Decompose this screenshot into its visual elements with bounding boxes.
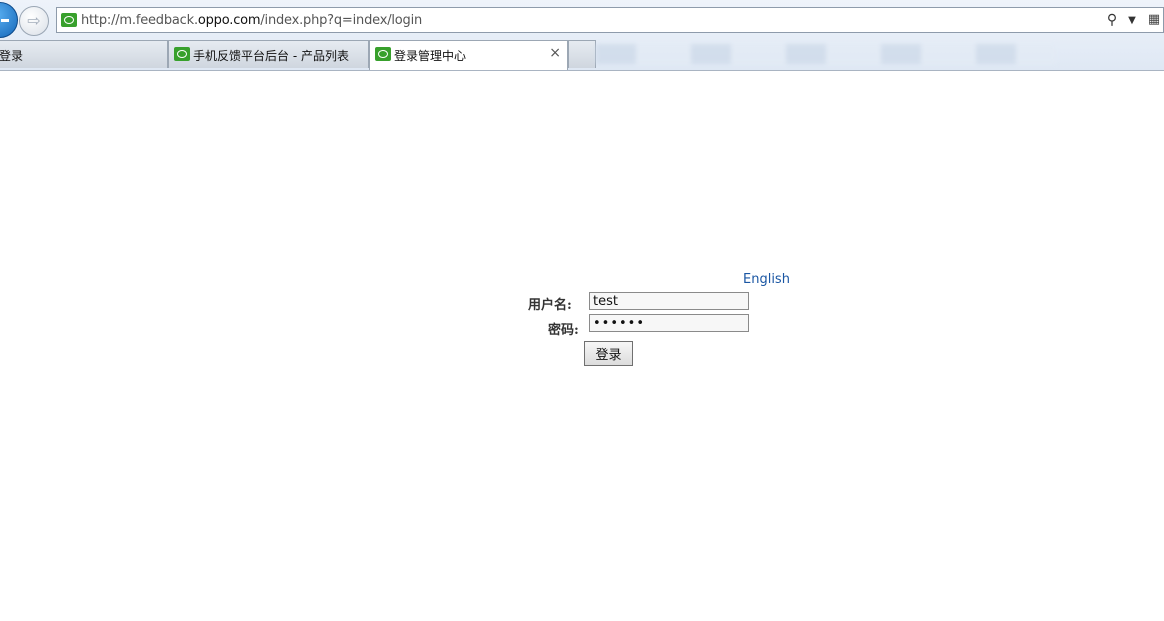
password-input[interactable] xyxy=(589,314,749,332)
login-page: English 用户名: 密码: 登录 xyxy=(0,0,1164,621)
english-language-link[interactable]: English xyxy=(743,272,790,287)
username-input[interactable] xyxy=(589,292,749,310)
username-label: 用户名: xyxy=(528,298,572,313)
login-button[interactable]: 登录 xyxy=(584,341,633,366)
password-label: 密码: xyxy=(548,323,579,338)
